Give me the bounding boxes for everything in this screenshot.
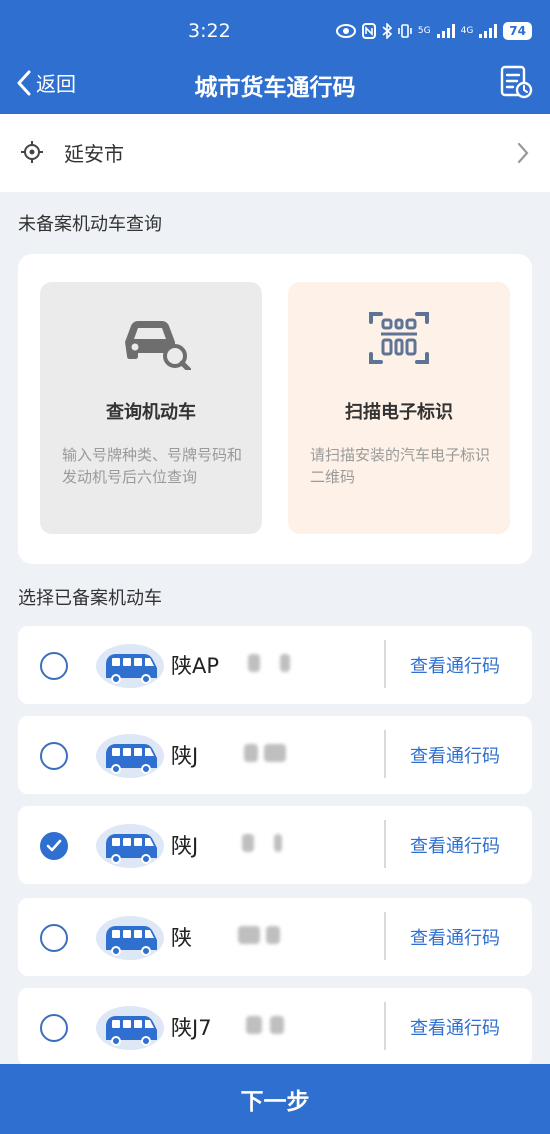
plate-redaction	[244, 744, 258, 762]
signal-label-2: 4G	[460, 26, 474, 36]
plate-redaction	[242, 834, 254, 852]
radio-checked[interactable]	[40, 832, 68, 860]
bluetooth-icon	[382, 23, 392, 39]
plate-number: 陕J	[171, 834, 199, 858]
qr-scan-icon	[369, 312, 429, 364]
page-title: 城市货车通行码	[194, 75, 356, 101]
city-name: 延安市	[64, 142, 124, 166]
scan-tag-description: 请扫描安装的汽车电子标识二维码	[310, 446, 491, 486]
row-divider	[384, 1002, 386, 1050]
chevron-right-icon	[517, 142, 529, 164]
status-bar: 3:22 5G 4G 74	[0, 14, 550, 50]
plate-redaction	[248, 654, 260, 672]
vibrate-icon	[398, 24, 412, 38]
plate-number: 陕AP	[171, 654, 220, 678]
row-divider	[384, 820, 386, 868]
row-divider	[384, 640, 386, 688]
plate-redaction	[280, 654, 290, 672]
signal-label-1: 5G	[417, 26, 431, 36]
vehicle-row[interactable]: 陕J 查看通行码	[18, 716, 532, 794]
row-divider	[384, 912, 386, 960]
next-step-button[interactable]: 下一步	[0, 1064, 550, 1134]
query-vehicle-option[interactable]: 查询机动车 输入号牌种类、号牌号码和发动机号后六位查询	[40, 282, 262, 534]
record-history-icon[interactable]	[498, 64, 534, 100]
view-pass-code-link[interactable]: 查看通行码	[410, 652, 500, 678]
unregistered-section-title: 未备案机动车查询	[18, 214, 162, 235]
next-step-label: 下一步	[240, 1089, 310, 1115]
query-vehicle-title: 查询机动车	[106, 402, 196, 423]
view-pass-code-link[interactable]: 查看通行码	[410, 924, 500, 950]
vehicle-row[interactable]: 陕 查看通行码	[18, 898, 532, 976]
plate-redaction	[274, 834, 282, 852]
view-pass-code-link[interactable]: 查看通行码	[410, 832, 500, 858]
nav-bar: 返回 城市货车通行码	[0, 58, 550, 108]
plate-number: 陕J	[171, 744, 199, 768]
vehicle-row[interactable]: 陕J 查看通行码	[18, 806, 532, 884]
city-selector[interactable]: 延安市	[0, 114, 550, 192]
plate-redaction	[264, 744, 286, 762]
scan-tag-option[interactable]: 扫描电子标识 请扫描安装的汽车电子标识二维码	[288, 282, 510, 534]
signal-icon	[436, 24, 455, 38]
plate-redaction	[246, 1016, 262, 1034]
radio-unchecked[interactable]	[40, 742, 68, 770]
radio-unchecked[interactable]	[40, 652, 68, 680]
radio-unchecked[interactable]	[40, 1014, 68, 1042]
check-icon	[46, 839, 62, 852]
plate-redaction	[238, 926, 260, 944]
registered-section-title: 选择已备案机动车	[18, 588, 162, 609]
eye-icon	[335, 24, 356, 38]
unregistered-query-card: 查询机动车 输入号牌种类、号牌号码和发动机号后六位查询 扫描电子标识 请扫描安装…	[18, 254, 532, 564]
query-vehicle-description: 输入号牌种类、号牌号码和发动机号后六位查询	[62, 446, 243, 486]
van-icon	[96, 916, 164, 960]
van-icon	[96, 734, 164, 778]
plate-number: 陕J7	[171, 1016, 212, 1040]
plate-number: 陕	[171, 926, 192, 950]
vehicle-row[interactable]: 陕AP 查看通行码	[18, 626, 532, 704]
status-icons: 5G 4G 74	[335, 22, 532, 40]
battery-indicator: 74	[503, 22, 532, 40]
van-icon	[96, 644, 164, 688]
van-icon	[96, 824, 164, 868]
nfc-icon	[361, 23, 376, 39]
signal-icon	[479, 24, 498, 38]
car-search-icon	[125, 321, 191, 370]
view-pass-code-link[interactable]: 查看通行码	[410, 742, 500, 768]
radio-unchecked[interactable]	[40, 924, 68, 952]
status-time: 3:22	[188, 20, 231, 42]
plate-redaction	[266, 926, 280, 944]
vehicle-row[interactable]: 陕J7 查看通行码	[18, 988, 532, 1066]
scan-tag-title: 扫描电子标识	[345, 402, 453, 423]
app-header: 3:22 5G 4G 74 返回 城市货车通行码	[0, 0, 550, 114]
row-divider	[384, 730, 386, 778]
van-icon	[96, 1006, 164, 1050]
plate-redaction	[270, 1016, 284, 1034]
view-pass-code-link[interactable]: 查看通行码	[410, 1014, 500, 1040]
location-crosshair-icon	[21, 141, 43, 163]
